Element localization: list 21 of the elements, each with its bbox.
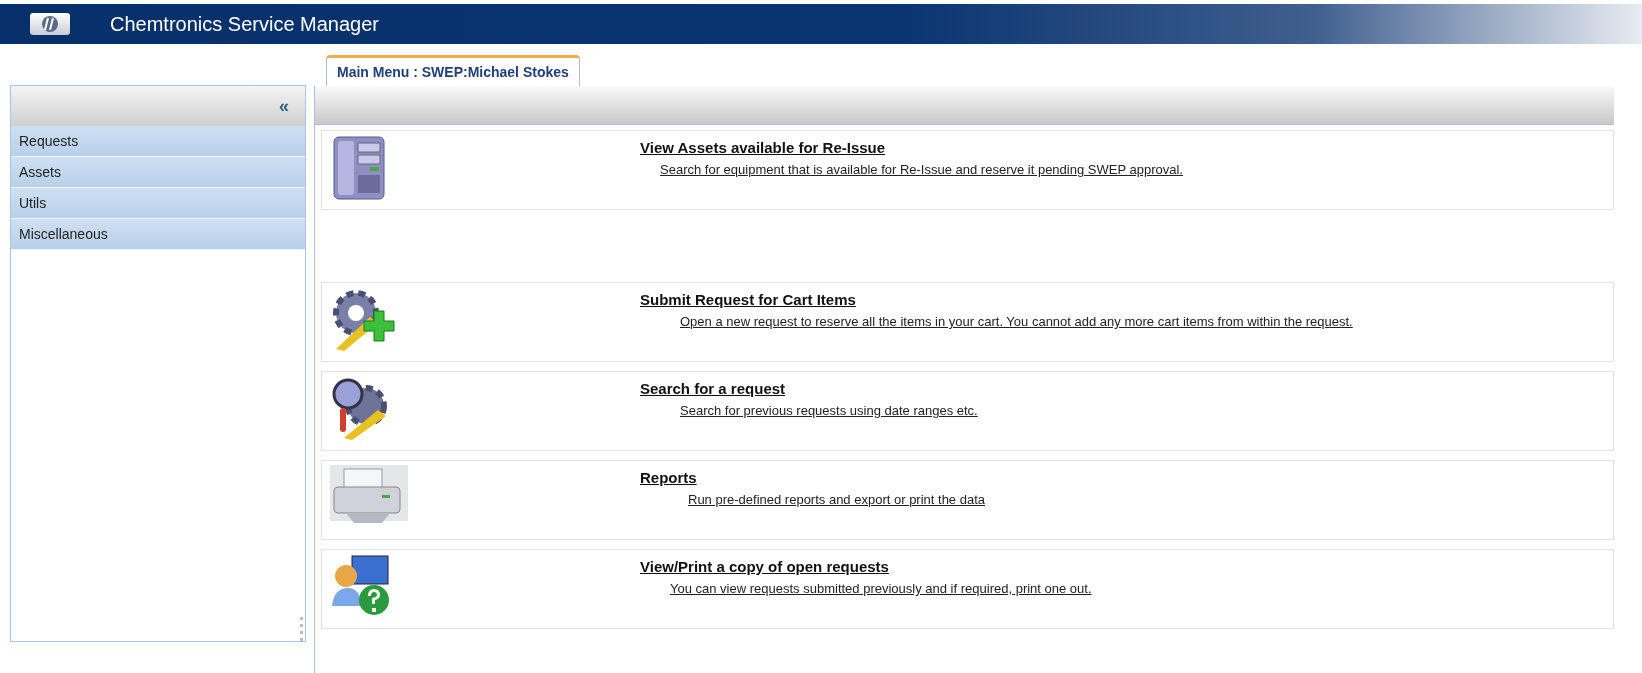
menu-title-link[interactable]: View Assets available for Re-Issue: [640, 139, 1183, 156]
resize-grip-icon[interactable]: [300, 617, 303, 641]
menu-description-link[interactable]: You can view requests submitted previously and if required, print one out.: [670, 581, 1092, 596]
menu-description-link[interactable]: Search for equipment that is available for Re-Issue and reserve it pending SWEP approval.: [660, 162, 1183, 177]
printer-icon: [330, 465, 408, 525]
menu-description-link[interactable]: Run pre-defined reports and export or print the data: [688, 492, 985, 507]
sidebar-item[interactable]: Miscellaneous: [11, 219, 305, 250]
sidebar-item[interactable]: Utils: [11, 188, 305, 219]
gear-plus-icon: [330, 287, 396, 353]
menu-title-link[interactable]: Submit Request for Cart Items: [640, 291, 1353, 308]
logo-icon: [30, 13, 70, 35]
menu-description-link[interactable]: Search for previous requests using date ranges etc.: [680, 403, 978, 418]
app-title: Chemtronics Service Manager: [110, 12, 379, 36]
tab[interactable]: Main Menu : SWEP:Michael Stokes: [326, 55, 580, 86]
collapse-button[interactable]: «: [277, 95, 291, 117]
sidebar-item[interactable]: Requests: [11, 126, 305, 157]
menu-title-link[interactable]: View/Print a copy of open requests: [640, 558, 1092, 575]
menu-title-link[interactable]: Reports: [640, 469, 985, 486]
sidebar-item[interactable]: Assets: [11, 157, 305, 188]
menu-description-link[interactable]: Open a new request to reserve all the items in your cart. You cannot add any more cart items from within the request.: [680, 314, 1353, 329]
menu-title-link[interactable]: Search for a request: [640, 380, 978, 397]
